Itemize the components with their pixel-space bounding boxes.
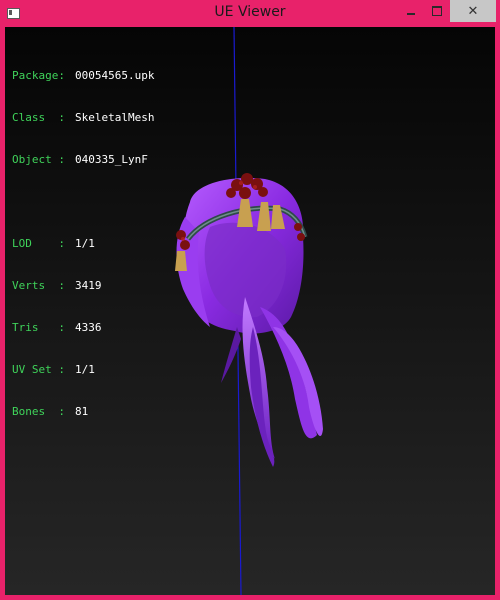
info-tris-row: Tris : 4336 [12, 321, 154, 335]
info-label: Tris : [12, 321, 65, 334]
info-label: UV Set : [12, 363, 65, 376]
info-label: Object : [12, 153, 65, 166]
info-value: 1/1 [75, 237, 95, 250]
info-label: Package: [12, 69, 65, 82]
maximize-button[interactable] [424, 0, 450, 22]
info-value: 4336 [75, 321, 102, 334]
info-value: 3419 [75, 279, 102, 292]
info-value: SkeletalMesh [75, 111, 155, 124]
3d-viewport[interactable]: Package: 00054565.upk Class : SkeletalMe… [5, 27, 495, 595]
info-lod-row: LOD : 1/1 [12, 237, 154, 251]
info-class-row: Class : SkeletalMesh [12, 111, 154, 125]
info-value: 1/1 [75, 363, 95, 376]
info-bones-row: Bones : 81 [12, 405, 154, 419]
info-label: Verts : [12, 279, 65, 292]
info-uvset-row: UV Set : 1/1 [12, 363, 154, 377]
info-verts-row: Verts : 3419 [12, 279, 154, 293]
info-object-row: Object : 040335_LynF [12, 153, 154, 167]
minimize-button[interactable] [398, 0, 424, 22]
title-bar[interactable]: UE Viewer ✕ [0, 0, 500, 27]
minimize-icon [407, 13, 415, 15]
info-label: Class : [12, 111, 65, 124]
mesh-info-panel: Package: 00054565.upk Class : SkeletalMe… [12, 41, 154, 447]
info-label: Bones : [12, 405, 65, 418]
info-value: 00054565.upk [75, 69, 155, 82]
info-label: LOD : [12, 237, 65, 250]
info-value: 040335_LynF [75, 153, 148, 166]
app-window: UE Viewer ✕ Package: 00054565.upk Class … [0, 0, 500, 600]
info-package-row: Package: 00054565.upk [12, 69, 154, 83]
close-icon: ✕ [467, 3, 479, 19]
close-button[interactable]: ✕ [450, 0, 496, 22]
info-value: 81 [75, 405, 89, 418]
maximize-icon [432, 6, 442, 16]
